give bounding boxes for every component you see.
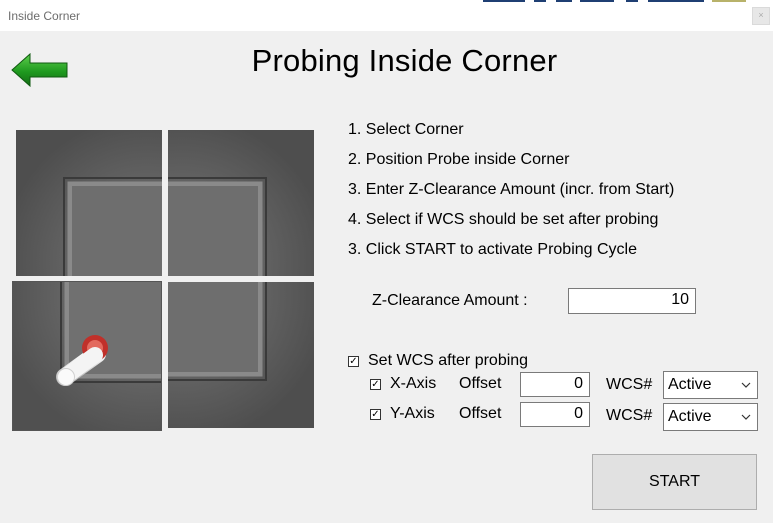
- checkmark-icon: ✓: [349, 356, 358, 367]
- x-axis-label: X-Axis: [390, 375, 437, 392]
- chevron-down-icon: [741, 414, 751, 420]
- titlebar-decoration: [626, 0, 638, 2]
- x-wcs-label: WCS#: [606, 376, 653, 393]
- instruction-step: 3. Click START to activate Probing Cycle: [348, 241, 637, 258]
- y-axis-label: Y-Axis: [390, 405, 435, 422]
- titlebar-decoration: [648, 0, 704, 2]
- titlebar-decoration: [483, 0, 525, 2]
- x-offset-input[interactable]: 0: [520, 372, 590, 397]
- instruction-step: 3. Enter Z-Clearance Amount (incr. from …: [348, 181, 675, 198]
- close-icon: ×: [758, 10, 764, 20]
- y-wcs-select[interactable]: Active: [663, 403, 758, 431]
- checkmark-icon: ✓: [371, 379, 380, 390]
- instruction-step: 2. Position Probe inside Corner: [348, 151, 570, 168]
- titlebar-decoration: [712, 0, 746, 2]
- x-offset-label: Offset: [459, 375, 502, 392]
- window-title: Inside Corner: [8, 9, 81, 23]
- titlebar-decoration: [580, 0, 614, 2]
- window-titlebar: Inside Corner ×: [0, 0, 773, 31]
- instruction-step: 4. Select if WCS should be set after pro…: [348, 211, 659, 228]
- y-offset-input[interactable]: 0: [520, 402, 590, 427]
- titlebar-decoration: [534, 0, 546, 2]
- corner-bottom-right[interactable]: [168, 282, 314, 428]
- page-title: Probing Inside Corner: [251, 43, 558, 78]
- y-wcs-value: Active: [668, 408, 712, 425]
- y-wcs-label: WCS#: [606, 407, 653, 424]
- x-wcs-value: Active: [668, 376, 712, 393]
- x-axis-checkbox[interactable]: ✓: [370, 379, 381, 390]
- start-button[interactable]: START: [592, 454, 757, 510]
- z-clearance-label: Z-Clearance Amount :: [372, 292, 528, 309]
- x-wcs-select[interactable]: Active: [663, 371, 758, 399]
- titlebar-decoration: [556, 0, 572, 2]
- checkmark-icon: ✓: [371, 409, 380, 420]
- chevron-down-icon: [741, 382, 751, 388]
- z-clearance-input[interactable]: 10: [568, 288, 696, 314]
- instruction-list: 1. Select Corner 2. Position Probe insid…: [348, 120, 674, 270]
- instruction-step: 1. Select Corner: [348, 121, 464, 138]
- close-button[interactable]: ×: [752, 7, 770, 25]
- corner-top-left[interactable]: [16, 130, 162, 276]
- corner-top-right[interactable]: [168, 130, 314, 276]
- set-wcs-checkbox[interactable]: ✓: [348, 356, 359, 367]
- y-offset-label: Offset: [459, 405, 502, 422]
- y-axis-checkbox[interactable]: ✓: [370, 409, 381, 420]
- set-wcs-label: Set WCS after probing: [368, 352, 529, 369]
- corner-bottom-left[interactable]: [12, 281, 162, 431]
